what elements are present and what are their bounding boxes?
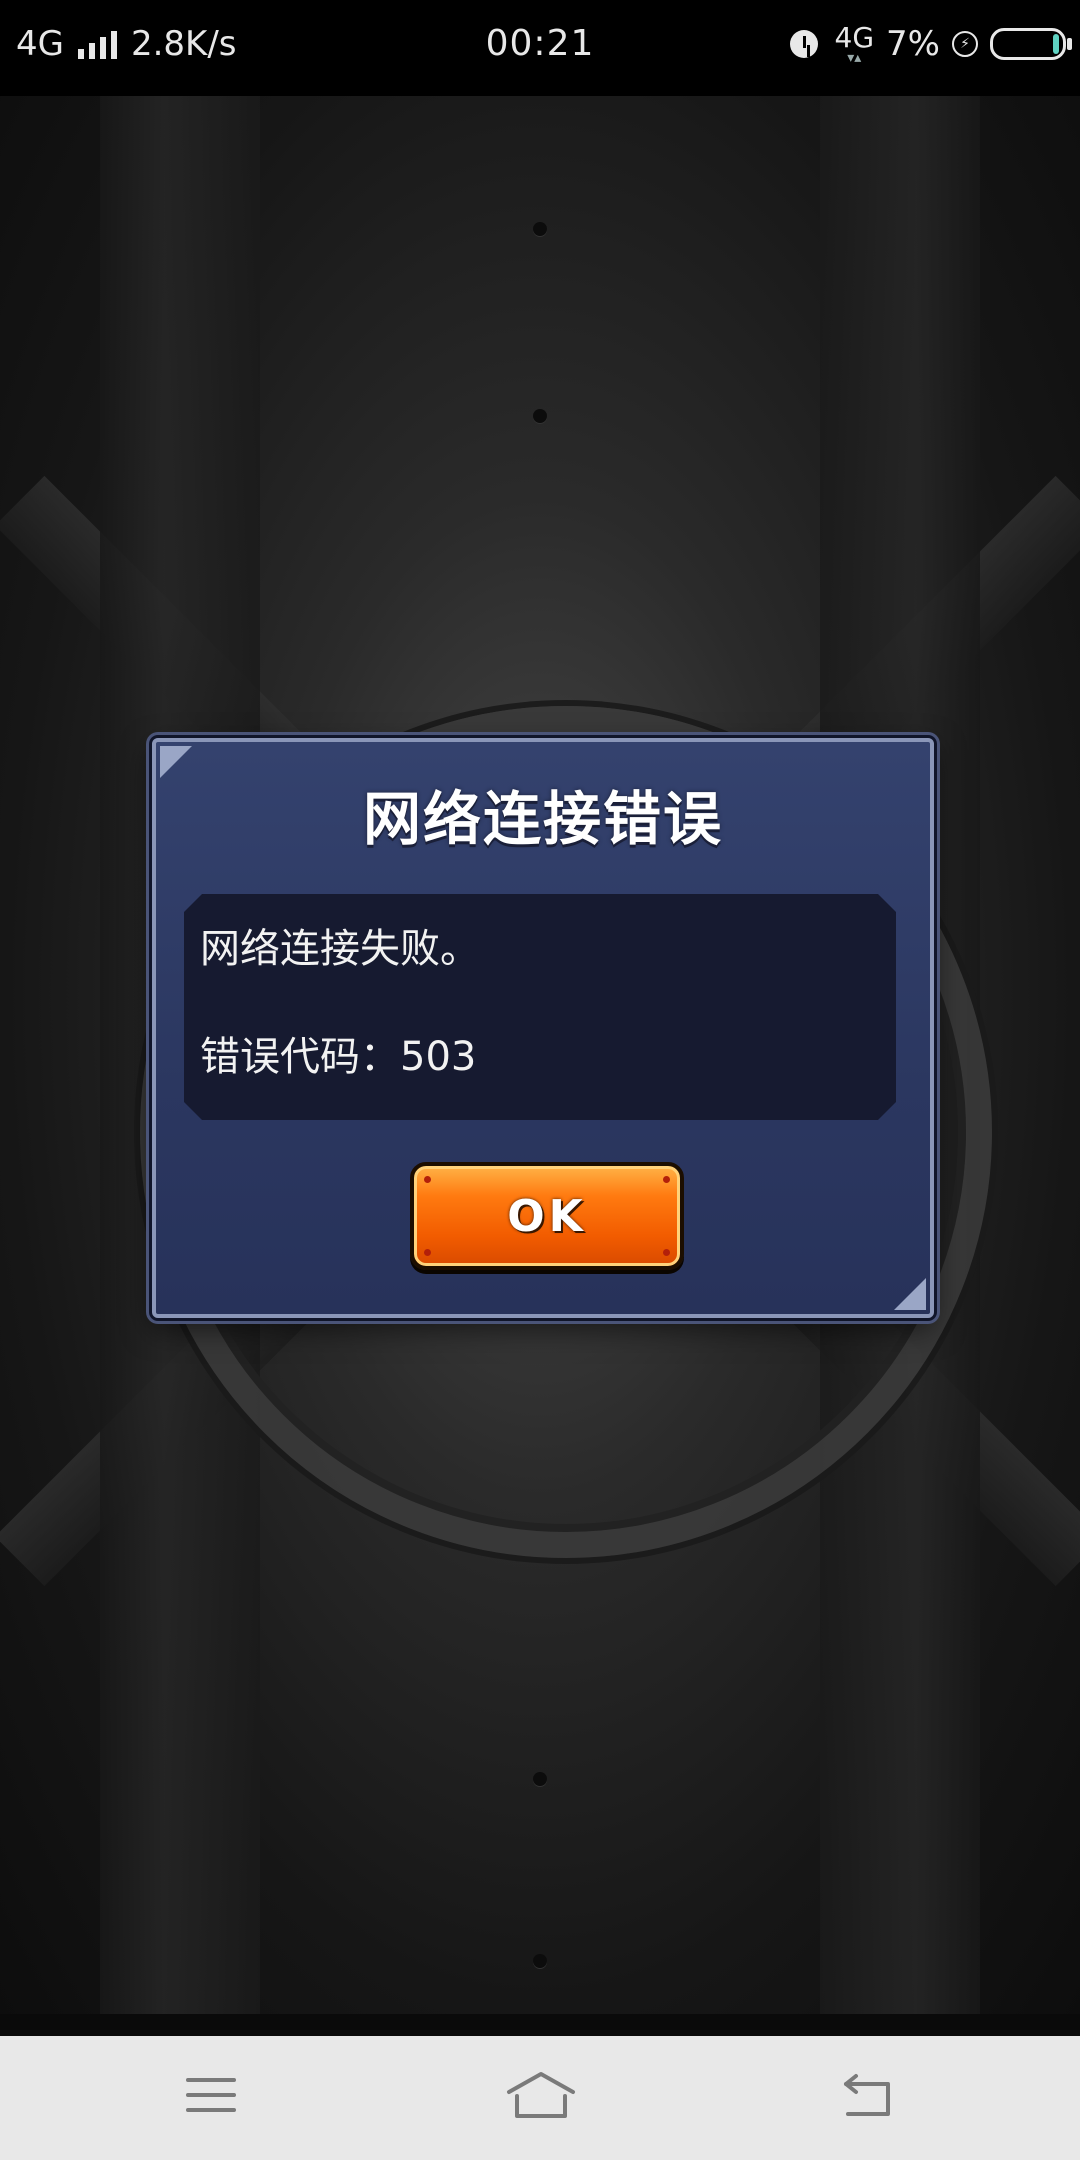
back-icon[interactable] [840,2072,896,2120]
status-right: 4G ▾▴ 7% ⚡ [787,14,1072,74]
error-code: 错误代码：503 [200,1034,477,1080]
navigation-bar [0,2036,1080,2160]
data-arrows-icon: ▾▴ [847,50,862,66]
rivet [533,1954,547,1968]
button-rivet [424,1249,431,1256]
dialog-title: 网络连接错误 [362,785,723,853]
rivet [533,409,547,423]
network-error-dialog: 网络连接错误 网络连接失败。 错误代码：503 OK [152,738,934,1318]
error-message: 网络连接失败。 [200,926,480,972]
message-box: 网络连接失败。 错误代码：503 [184,894,896,1120]
button-rivet [663,1176,670,1183]
button-rivet [663,1249,670,1256]
rivet [533,222,547,236]
navbar-separator [0,2014,1080,2036]
ok-button[interactable]: OK [410,1162,684,1270]
button-rivet [424,1176,431,1183]
network-type-right: 4G [834,21,875,54]
battery-level [1053,34,1059,54]
rivet [533,1772,547,1786]
battery-icon [990,28,1072,60]
charging-icon: ⚡ [952,31,978,57]
ok-button-label: OK [507,1190,587,1242]
home-icon[interactable] [505,2070,577,2122]
network-4g-indicator: 4G ▾▴ [834,21,875,66]
menu-icon[interactable] [186,2078,236,2118]
alarm-icon [787,26,823,62]
status-bar: 4G 2.8K/s 00:21 4G ▾▴ 7% ⚡ [0,0,1080,96]
battery-percent: 7% [886,24,940,64]
